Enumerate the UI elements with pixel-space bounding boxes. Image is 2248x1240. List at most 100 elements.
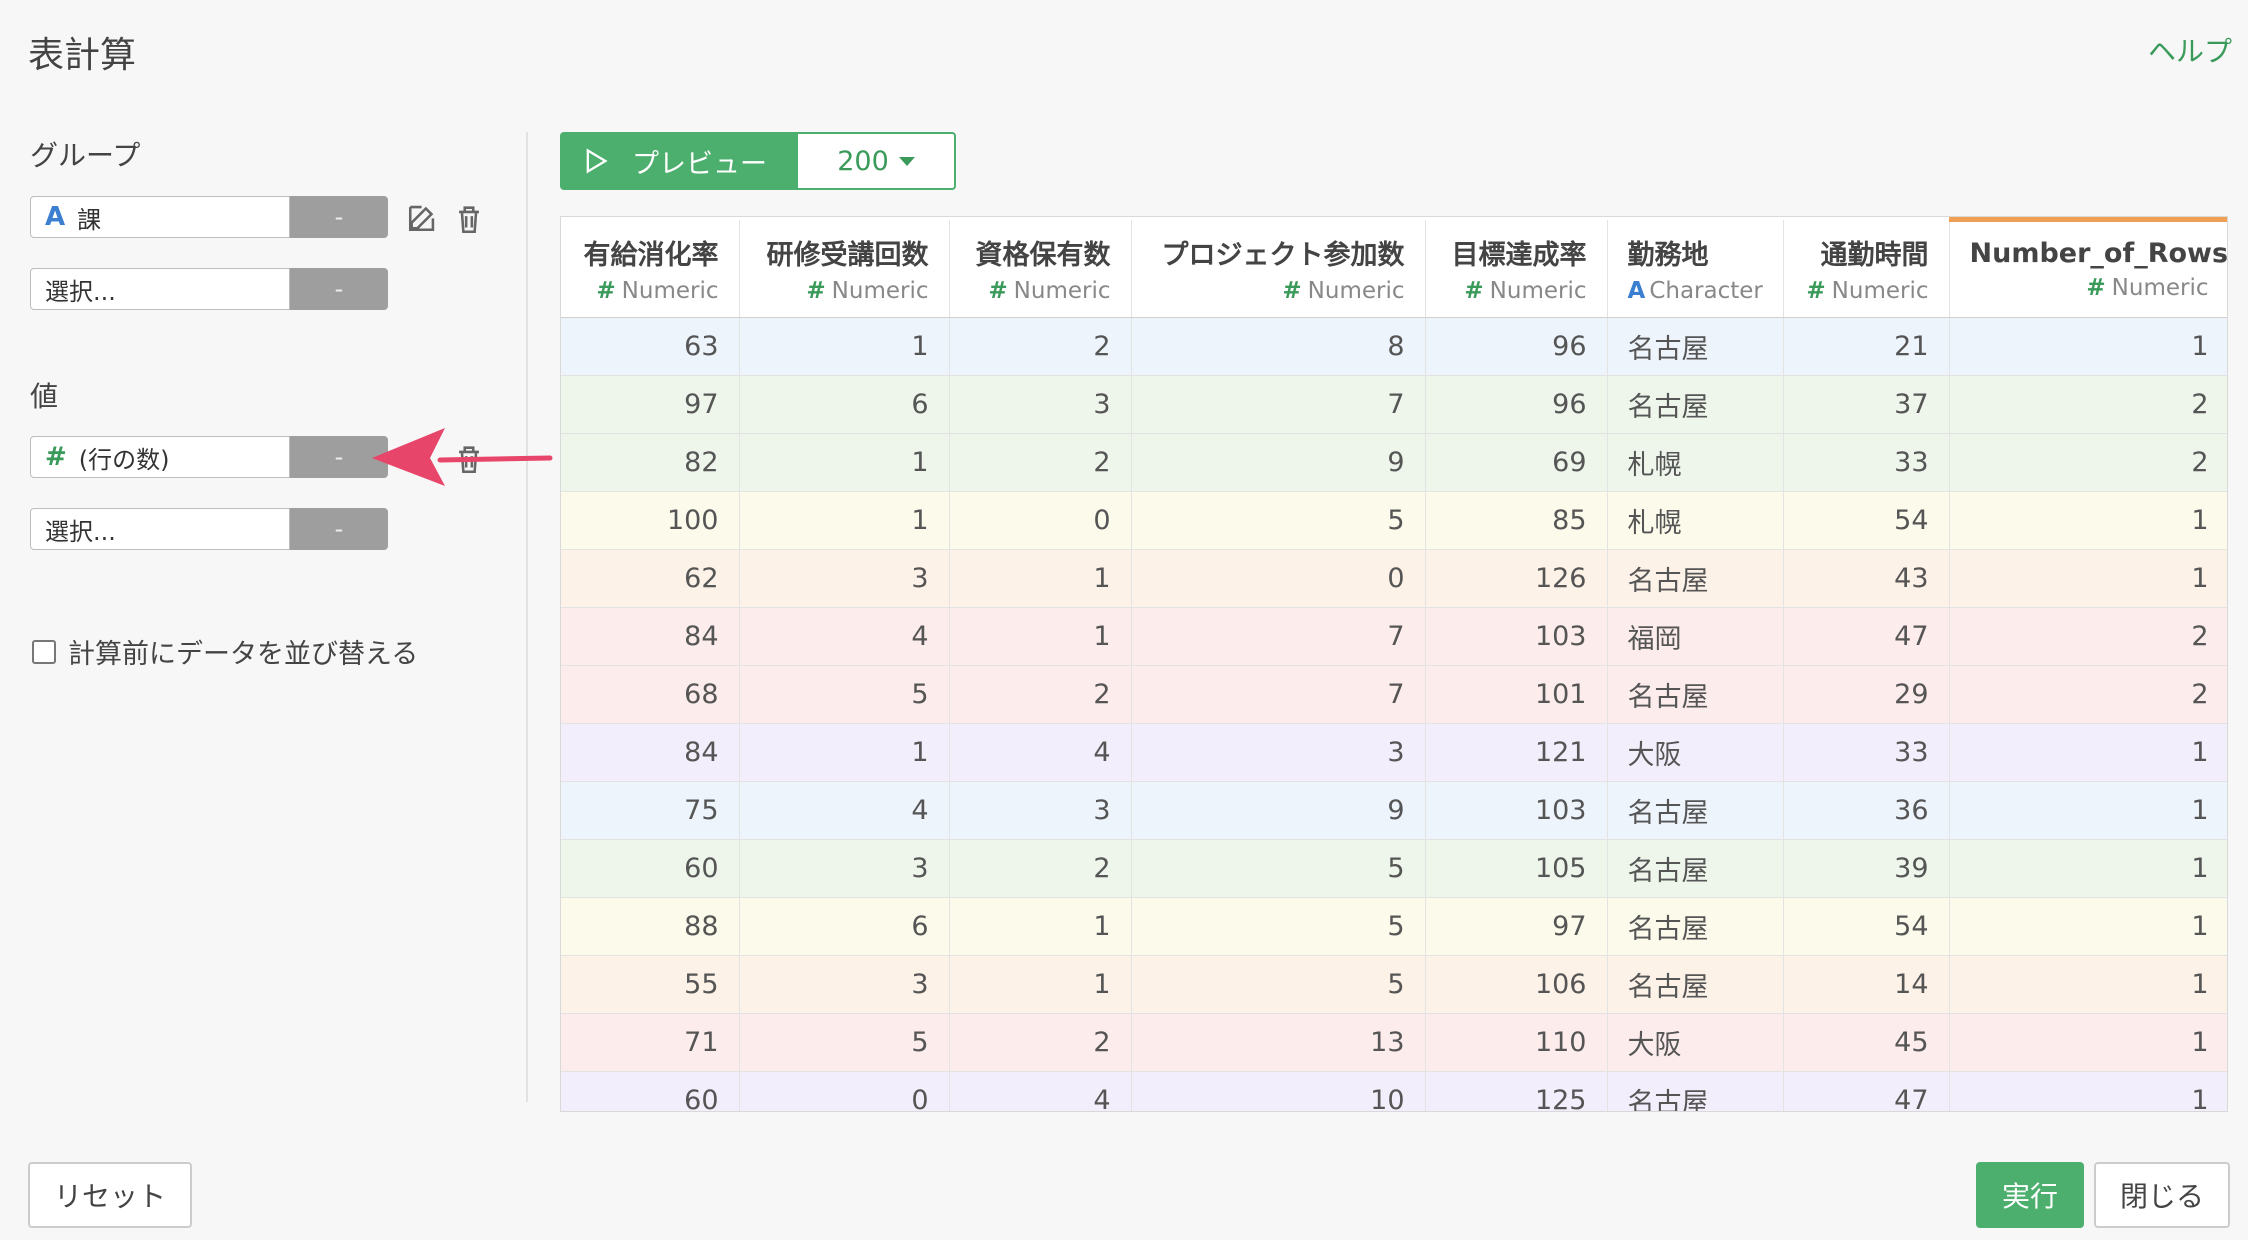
trash-icon[interactable]: [452, 202, 486, 236]
column-header[interactable]: 資格保有数 # Numeric: [949, 219, 1132, 318]
table-cell: 名古屋: [1607, 955, 1784, 1014]
table-header-row: 有給消化率 # Numeric 研修受講回数 # Numeric 資格保有数 # Numeric…: [561, 217, 2227, 318]
preview-button[interactable]: プレビュー: [560, 132, 796, 190]
close-button[interactable]: 閉じる: [2094, 1162, 2230, 1228]
value-select-dropdown[interactable]: -: [290, 508, 388, 550]
column-header[interactable]: Number_of_Rows # Numeric: [1949, 217, 2227, 318]
table-cell: 63: [561, 317, 740, 376]
group-field-row: A 課 -: [30, 196, 388, 238]
value-section-label: 値: [30, 380, 59, 413]
column-name: プロジェクト参加数: [1161, 239, 1405, 271]
table-cell: 名古屋: [1607, 781, 1784, 840]
table-cell: 60: [561, 839, 740, 898]
table-cell: 7: [1131, 375, 1426, 434]
value-select-row: 選択... -: [30, 508, 388, 550]
table-cell: 名古屋: [1607, 897, 1784, 956]
value-field-row: # (行の数) -: [30, 436, 388, 478]
table-cell: 21: [1783, 317, 1950, 376]
table-cell: 71: [561, 1013, 740, 1072]
table-cell: 84: [561, 723, 740, 782]
table-cell: 100: [561, 491, 740, 550]
table-cell: 2: [949, 839, 1132, 898]
numeric-type-icon: #: [2086, 275, 2106, 301]
column-header[interactable]: 有給消化率 # Numeric: [561, 219, 740, 318]
table-cell: 14: [1783, 955, 1950, 1014]
table-cell: 1: [949, 955, 1132, 1014]
table-cell: 6: [739, 375, 950, 434]
column-type-label: Numeric: [621, 277, 719, 304]
group-field-value: 課: [77, 205, 102, 234]
table-cell: 7: [1131, 607, 1426, 666]
table-cell: 43: [1783, 549, 1950, 608]
table-cell: 126: [1425, 549, 1608, 608]
table-cell: 105: [1425, 839, 1608, 898]
table-cell: 4: [739, 781, 950, 840]
play-icon: [586, 148, 608, 174]
help-link[interactable]: ヘルプ: [2148, 30, 2232, 70]
value-field[interactable]: # (行の数): [30, 436, 290, 478]
reset-button[interactable]: リセット: [28, 1162, 192, 1228]
column-type: # Numeric: [760, 277, 929, 304]
group-select[interactable]: 選択...: [30, 268, 290, 310]
sort-before-calc-option[interactable]: 計算前にデータを並び替える: [32, 632, 418, 671]
table-cell: 5: [1131, 839, 1426, 898]
table-cell: 3: [739, 839, 950, 898]
table-cell: 9: [1131, 433, 1426, 492]
column-header[interactable]: プロジェクト参加数 # Numeric: [1131, 219, 1426, 318]
group-field-function-dropdown[interactable]: -: [290, 196, 388, 238]
column-type: # Numeric: [581, 277, 719, 304]
table-cell: 45: [1783, 1013, 1950, 1072]
column-type: A Character: [1628, 278, 1763, 304]
table-cell: 2: [1949, 607, 2227, 666]
column-header[interactable]: 研修受講回数 # Numeric: [739, 219, 950, 318]
column-name: 目標達成率: [1451, 239, 1587, 271]
column-header[interactable]: 勤務地 A Character: [1607, 219, 1784, 318]
column-type-label: Character: [1649, 277, 1763, 304]
table-cell: 1: [1949, 1071, 2227, 1111]
value-select[interactable]: 選択...: [30, 508, 290, 550]
column-header[interactable]: 通勤時間 # Numeric: [1783, 219, 1950, 318]
sort-checkbox[interactable]: [32, 639, 56, 664]
run-button[interactable]: 実行: [1976, 1162, 2084, 1228]
column-name: 勤務地: [1627, 239, 1709, 271]
table-cell: 2: [1949, 433, 2227, 492]
table-cell: 札幌: [1607, 433, 1784, 492]
table-cell: 5: [1131, 491, 1426, 550]
table-cell: 札幌: [1607, 491, 1784, 550]
table-cell: 96: [1425, 375, 1608, 434]
column-type-label: Numeric: [1489, 277, 1587, 304]
table-cell: 3: [949, 375, 1132, 434]
sort-checkbox-label: 計算前にデータを並び替える: [68, 639, 419, 670]
column-type-label: Numeric: [831, 277, 929, 304]
preview-button-label: プレビュー: [632, 148, 767, 180]
table-cell: 103: [1425, 607, 1608, 666]
table-cell: 3: [1131, 723, 1426, 782]
table-row: 55 3 1 5 106 名古屋 14 1: [561, 955, 2227, 1014]
table-cell: 1: [949, 607, 1132, 666]
character-type-icon: A: [1627, 277, 1646, 304]
group-field[interactable]: A 課: [30, 196, 290, 238]
table-row: 84 4 1 7 103 福岡 47 2: [561, 607, 2227, 666]
table-cell: 福岡: [1607, 607, 1784, 666]
preview-rows-select[interactable]: 200: [796, 132, 956, 190]
column-type-label: Numeric: [1013, 277, 1111, 304]
table-cell: 110: [1425, 1013, 1608, 1072]
column-type-label: Numeric: [1307, 277, 1405, 304]
table-cell: 33: [1783, 723, 1950, 782]
table-cell: 1: [1949, 1013, 2227, 1072]
table-cell: 4: [949, 723, 1132, 782]
table-cell: 1: [1949, 549, 2227, 608]
table-row: 60 0 4 10 125 名古屋 47 1: [561, 1071, 2227, 1111]
group-select-dropdown[interactable]: -: [290, 268, 388, 310]
table-cell: 54: [1783, 491, 1950, 550]
table-body: 63 1 2 8 96 名古屋 21 1 97 6 3 7 96 名古屋 37 2 82 1 2 9 69 札幌 33 2 10…: [561, 317, 2227, 1111]
table-row: 71 5 2 13 110 大阪 45 1: [561, 1013, 2227, 1072]
column-type: # Numeric: [1152, 277, 1405, 304]
column-header[interactable]: 目標達成率 # Numeric: [1425, 219, 1608, 318]
table-cell: 1: [949, 549, 1132, 608]
column-type-label: Numeric: [1831, 277, 1929, 304]
table-row: 82 1 2 9 69 札幌 33 2: [561, 433, 2227, 492]
edit-icon[interactable]: [406, 200, 440, 234]
table-cell: 33: [1783, 433, 1950, 492]
table-cell: 1: [1949, 491, 2227, 550]
